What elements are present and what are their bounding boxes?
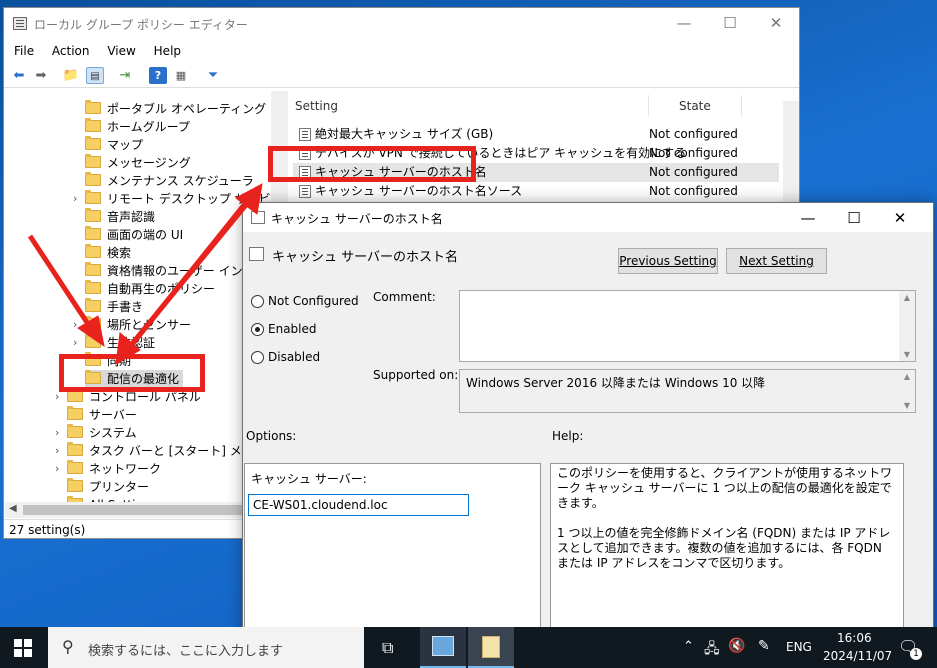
annotation-arrows (27, 183, 263, 365)
pen-icon[interactable]: ✎ (758, 638, 770, 654)
start-windows-icon[interactable] (14, 639, 32, 657)
clock-date[interactable]: 2024/11/07 (823, 649, 892, 663)
arrow-down-to-folder (27, 234, 95, 332)
taskbar-search-box[interactable]: ⚲ 検索するには、ここに入力します (48, 627, 364, 668)
taskbar-app-server-manager[interactable] (420, 627, 466, 668)
volume-muted-icon[interactable]: 🔇 (728, 638, 745, 654)
show-hidden-icons-chevron-icon[interactable]: ⌃ (683, 639, 694, 654)
gpe-taskbar-icon (482, 636, 500, 658)
search-icon: ⚲ (62, 637, 74, 656)
clock-time[interactable]: 16:06 (837, 631, 872, 645)
server-manager-icon (432, 636, 454, 656)
task-view-icon[interactable]: ⧉ (382, 638, 393, 658)
taskbar: ⚲ 検索するには、ここに入力します ⧉ ⌃ 🖧 🔇 ✎ ENG 16:06 20… (0, 627, 937, 668)
arrow-down-to-selected (124, 198, 250, 354)
taskbar-app-gpe[interactable] (468, 627, 514, 668)
network-icon[interactable]: 🖧 (704, 638, 720, 662)
language-indicator[interactable]: ENG (786, 640, 812, 654)
arrow-head-folder (77, 315, 105, 348)
notification-badge: 1 (910, 648, 922, 660)
search-placeholder: 検索するには、ここに入力します (88, 644, 284, 659)
